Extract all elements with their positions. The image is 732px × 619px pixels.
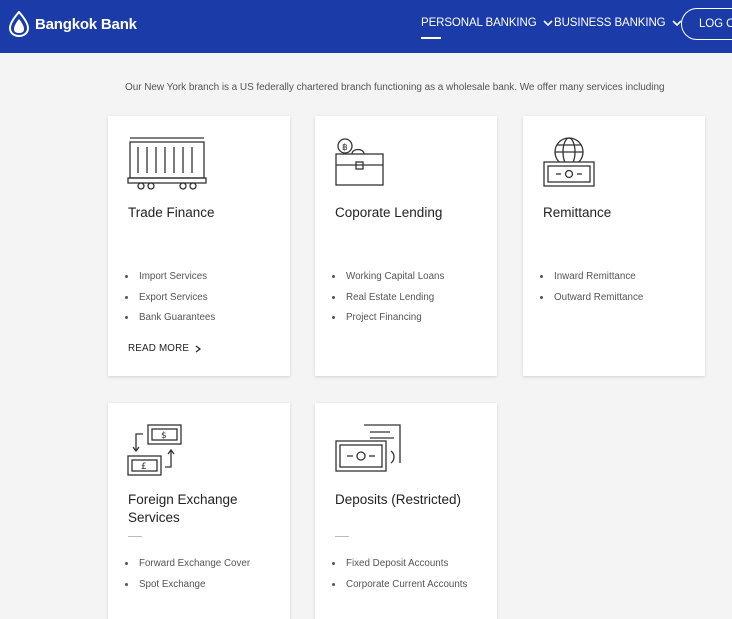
list-item: Corporate Current Accounts xyxy=(332,578,482,591)
read-more-link[interactable]: READ MORE xyxy=(128,343,202,354)
nav-personal-banking[interactable]: PERSONAL BANKING xyxy=(421,17,553,39)
service-list: Forward Exchange Cover Spot Exchange xyxy=(125,557,275,598)
nav-personal-banking-label: PERSONAL BANKING xyxy=(421,17,537,29)
shipping-container-icon xyxy=(127,137,207,190)
card-title: Deposits (Restricted) xyxy=(335,492,462,507)
list-item: Outward Remittance xyxy=(540,291,690,304)
chevron-right-icon xyxy=(195,345,202,352)
list-item: Working Capital Loans xyxy=(332,270,482,283)
svg-text:£: £ xyxy=(141,462,147,472)
nav-business-banking-label: BUSINESS BANKING xyxy=(554,17,666,29)
list-item: Inward Remittance xyxy=(540,270,690,283)
card-title: Foreign Exchange Services xyxy=(128,492,238,525)
card-title: Coporate Lending xyxy=(335,205,443,220)
log-on-button[interactable]: LOG ON xyxy=(681,8,732,40)
list-item: Import Services xyxy=(125,270,275,283)
service-list: Fixed Deposit Accounts Corporate Current… xyxy=(332,557,482,598)
briefcase-coin-icon: ฿ xyxy=(335,138,384,186)
list-item: Real Estate Lending xyxy=(332,291,482,304)
title-divider xyxy=(335,536,349,537)
deposit-document-icon xyxy=(335,424,401,472)
service-list: Inward Remittance Outward Remittance xyxy=(540,270,690,311)
service-card-remittance: Remittance Inward Remittance Outward Rem… xyxy=(523,116,705,376)
service-card-foreign-exchange: $ £ Foreign Exchange Services Forward Ex… xyxy=(108,403,290,619)
list-item: Fixed Deposit Accounts xyxy=(332,557,482,570)
chevron-down-icon xyxy=(542,20,553,27)
service-card-deposits: Deposits (Restricted) Fixed Deposit Acco… xyxy=(315,403,497,619)
service-list: Import Services Export Services Bank Gua… xyxy=(125,270,275,332)
service-card-trade-finance: Trade Finance Import Services Export Ser… xyxy=(108,116,290,376)
card-title: Remittance xyxy=(543,205,612,220)
list-item: Project Financing xyxy=(332,311,482,324)
list-item: Export Services xyxy=(125,291,275,304)
nav-business-banking[interactable]: BUSINESS BANKING xyxy=(554,17,682,29)
card-title: Trade Finance xyxy=(128,205,215,220)
intro-text: Our New York branch is a US federally ch… xyxy=(125,82,665,93)
list-item: Forward Exchange Cover xyxy=(125,557,275,570)
list-item: Spot Exchange xyxy=(125,578,275,591)
currency-exchange-icon: $ £ xyxy=(127,424,182,476)
svg-text:$: $ xyxy=(161,431,167,441)
service-list: Working Capital Loans Real Estate Lendin… xyxy=(332,270,482,332)
svg-text:฿: ฿ xyxy=(342,143,348,153)
brand-name: Bangkok Bank xyxy=(35,15,137,33)
service-card-coporate-lending: ฿ Coporate Lending Working Capital Loans… xyxy=(315,116,497,376)
title-divider xyxy=(128,536,142,537)
lotus-logo-icon xyxy=(8,11,30,37)
read-more-label: READ MORE xyxy=(128,343,190,354)
list-item: Bank Guarantees xyxy=(125,311,275,324)
top-navigation-bar: Bangkok Bank PERSONAL BANKING BUSINESS B… xyxy=(0,0,732,53)
globe-banknote-icon xyxy=(543,137,595,187)
bank-logo[interactable]: Bangkok Bank xyxy=(8,10,137,38)
